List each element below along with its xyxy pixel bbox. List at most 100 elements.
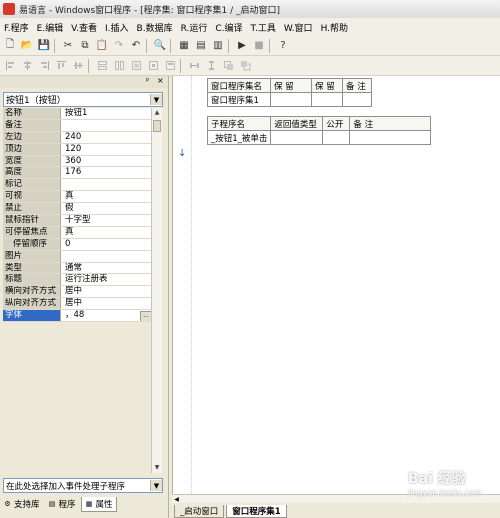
property-row[interactable]: 备注: [3, 119, 152, 132]
menu-help[interactable]: H.帮助: [321, 21, 348, 34]
table-cell[interactable]: [322, 130, 351, 145]
property-row[interactable]: 可停留焦点真: [3, 226, 152, 239]
menu-view[interactable]: V.查看: [71, 21, 97, 34]
property-row[interactable]: 鼠标指针 十字型: [3, 215, 152, 227]
property-row[interactable]: 可视真: [3, 191, 152, 204]
property-value[interactable]: 真: [61, 191, 152, 203]
copy-icon[interactable]: ⧉: [78, 39, 92, 53]
menu-tools[interactable]: T.工具: [251, 21, 276, 34]
property-value[interactable]: ，48...: [61, 310, 152, 322]
same-width-icon[interactable]: [95, 59, 109, 73]
run-icon[interactable]: ▶: [235, 39, 249, 53]
pin-icon[interactable]: ᵖ: [146, 76, 149, 85]
save-icon[interactable]: 💾: [37, 39, 51, 53]
bring-front-icon[interactable]: [221, 59, 235, 73]
chevron-down-icon[interactable]: ▼: [150, 480, 162, 491]
menu-window[interactable]: W.窗口: [284, 21, 313, 34]
table-cell[interactable]: [270, 92, 312, 107]
property-value[interactable]: 真: [61, 226, 152, 238]
center-horizontal-icon[interactable]: [146, 59, 160, 73]
align-right-icon[interactable]: [37, 59, 51, 73]
property-value[interactable]: 按钮1: [61, 108, 152, 119]
chevron-down-icon[interactable]: ▼: [150, 94, 162, 105]
property-scrollbar[interactable]: ▲ ▼: [151, 108, 162, 473]
align-middle-icon[interactable]: [71, 59, 85, 73]
property-row[interactable]: 标题 运行注册表: [3, 274, 152, 287]
property-value[interactable]: 240: [61, 131, 152, 143]
layout-a-icon[interactable]: ▦: [177, 39, 191, 53]
property-row-selected[interactable]: 字体 ，48...: [3, 310, 152, 323]
property-row[interactable]: 横向对齐方式 居中: [3, 286, 152, 299]
same-size-icon[interactable]: [129, 59, 143, 73]
tab-properties[interactable]: ▦ 属性: [80, 496, 117, 512]
table-cell[interactable]: 窗口程序集1: [207, 92, 271, 107]
align-center-icon[interactable]: [20, 59, 34, 73]
property-value[interactable]: 360: [61, 155, 152, 167]
cut-icon[interactable]: ✂: [61, 39, 75, 53]
property-row[interactable]: 类型 通常: [3, 262, 152, 275]
event-selector[interactable]: 在此处选择加入事件处理子程序 ▼: [3, 478, 163, 493]
property-row[interactable]: 高度 176: [3, 167, 152, 180]
property-value[interactable]: 120: [61, 143, 152, 155]
property-value[interactable]: 176: [61, 167, 152, 179]
property-row[interactable]: 标记: [3, 179, 152, 192]
tab-program[interactable]: ▤ 程序: [45, 497, 79, 511]
space-vertical-icon[interactable]: [204, 59, 218, 73]
tab-support-library[interactable]: ⚙ 支持库: [0, 497, 43, 511]
property-row[interactable]: 宽度 360: [3, 155, 152, 168]
help-icon[interactable]: ?: [276, 39, 290, 53]
layout-b-icon[interactable]: ▤: [194, 39, 208, 53]
table-row[interactable]: 窗口程序集1: [207, 92, 372, 107]
property-value[interactable]: 假: [61, 203, 152, 215]
table-cell[interactable]: [349, 130, 432, 145]
new-file-icon[interactable]: 🗋: [3, 39, 17, 53]
property-value[interactable]: 十字型: [61, 215, 152, 226]
scroll-thumb[interactable]: [153, 120, 161, 132]
tab-window-assembly[interactable]: 窗口程序集1: [226, 505, 287, 518]
property-row[interactable]: 图片: [3, 250, 152, 263]
undo-icon[interactable]: ↶: [129, 39, 143, 53]
find-icon[interactable]: 🔍: [153, 39, 167, 53]
menu-database[interactable]: B.数据库: [137, 21, 173, 34]
menu-compile[interactable]: C.编译: [215, 21, 242, 34]
code-editor[interactable]: ↓ 窗口程序集名 保 留 保 留 备 注 窗口程序集1 子程序名 返回值类型 公…: [172, 76, 500, 494]
menu-program[interactable]: F.程序: [4, 21, 29, 34]
same-height-icon[interactable]: [112, 59, 126, 73]
center-vertical-icon[interactable]: [163, 59, 177, 73]
table-cell[interactable]: _按钮1_被单击: [206, 130, 272, 145]
table-cell[interactable]: [311, 92, 343, 107]
stop-icon[interactable]: ■: [252, 39, 266, 53]
align-top-icon[interactable]: [54, 59, 68, 73]
property-value[interactable]: 通常: [61, 262, 152, 274]
menu-edit[interactable]: E.编辑: [37, 21, 64, 34]
send-back-icon[interactable]: [238, 59, 252, 73]
layout-c-icon[interactable]: ▥: [211, 39, 225, 53]
property-row[interactable]: 名称 按钮1: [3, 108, 152, 120]
object-selector[interactable]: 按钮1（按钮） ▼: [3, 92, 163, 107]
menu-insert[interactable]: I.插入: [105, 21, 129, 34]
scroll-down-icon[interactable]: ▼: [152, 463, 162, 473]
table-cell[interactable]: [270, 130, 324, 145]
close-icon[interactable]: ×: [157, 76, 164, 85]
scroll-up-icon[interactable]: ▲: [152, 108, 162, 118]
table-cell[interactable]: [342, 92, 372, 107]
property-row[interactable]: 纵向对齐方式 居中: [3, 298, 152, 311]
tab-startup-window[interactable]: _启动窗口: [174, 505, 225, 518]
property-value[interactable]: 0: [61, 238, 152, 250]
property-row[interactable]: 顶边 120: [3, 143, 152, 156]
align-left-icon[interactable]: [3, 59, 17, 73]
property-value[interactable]: [61, 119, 152, 131]
property-value[interactable]: 居中: [61, 286, 152, 298]
space-horizontal-icon[interactable]: [187, 59, 201, 73]
property-value[interactable]: 居中: [61, 298, 152, 310]
redo-icon[interactable]: ↷: [112, 39, 126, 53]
property-row[interactable]: 停留顺序 0: [3, 238, 152, 251]
property-value[interactable]: 运行注册表: [61, 274, 152, 286]
table-row[interactable]: _按钮1_被单击: [206, 130, 432, 145]
open-folder-icon[interactable]: 📂: [20, 39, 34, 53]
property-row[interactable]: 禁止假: [3, 203, 152, 216]
property-value[interactable]: [61, 179, 152, 191]
menu-run[interactable]: R.运行: [181, 21, 208, 34]
property-value[interactable]: [61, 250, 152, 262]
property-row[interactable]: 左边 240: [3, 131, 152, 144]
